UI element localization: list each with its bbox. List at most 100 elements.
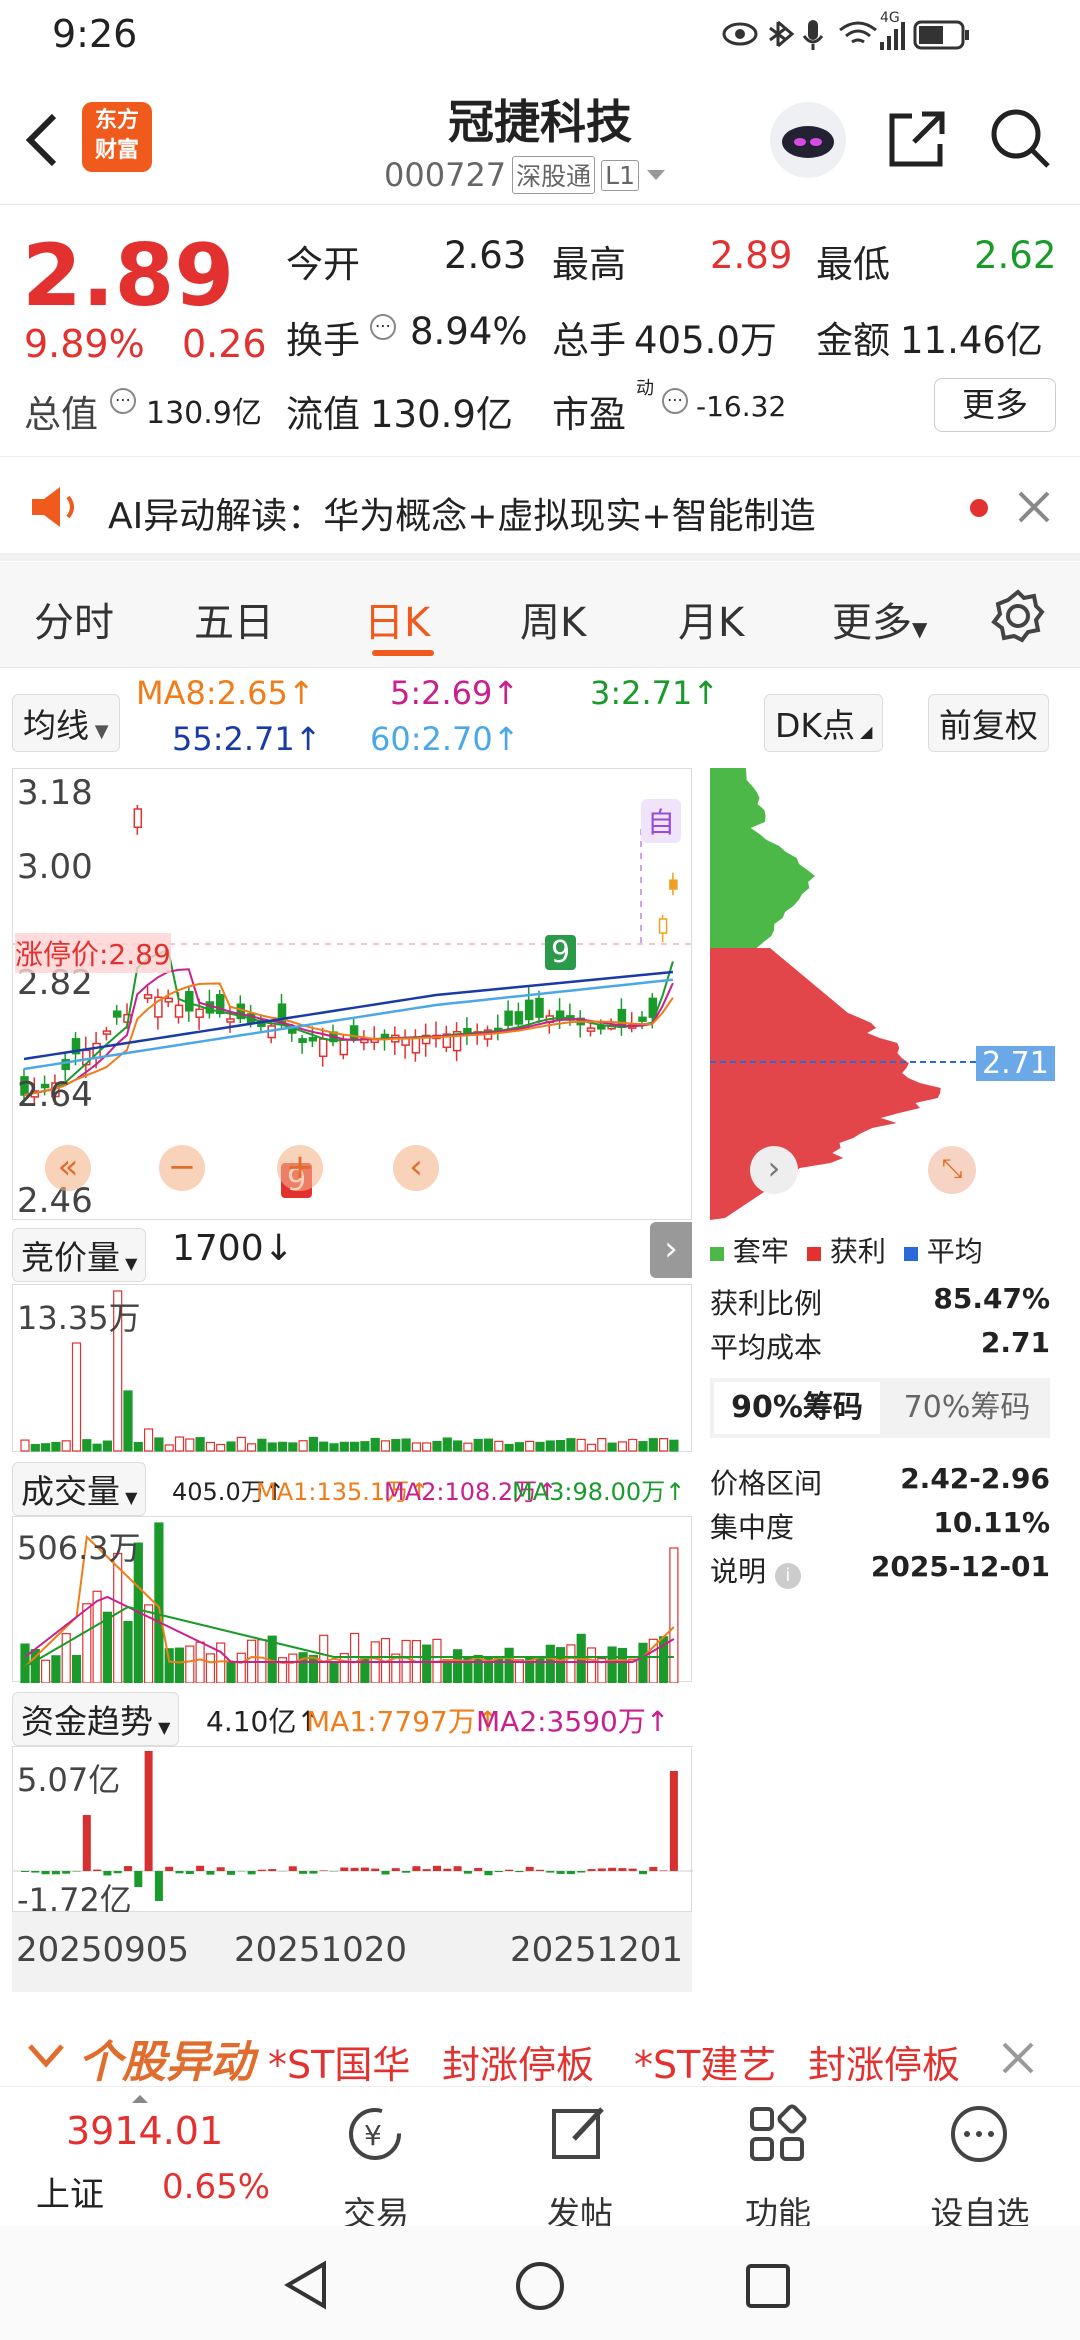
- edit-icon[interactable]: [548, 2103, 610, 2165]
- anomaly-stock[interactable]: *ST建艺: [634, 2034, 776, 2089]
- fund-bar: [175, 1871, 184, 1874]
- gear-icon[interactable]: [990, 588, 1046, 644]
- volume-value: 405.0万: [634, 319, 777, 362]
- date-tick: 20250905: [16, 1930, 190, 1970]
- volume-bar: [504, 1647, 514, 1683]
- more-button[interactable]: 更多: [934, 378, 1056, 432]
- info-icon[interactable]: i: [774, 1563, 801, 1589]
- stock-header: 东方 财富 冠捷科技 000727 深股通 L1: [0, 70, 1080, 205]
- tab-daily-k[interactable]: 日K: [364, 590, 430, 648]
- volume-bar: [638, 1642, 648, 1683]
- candle: [143, 994, 153, 999]
- volume-bar: [226, 1661, 236, 1683]
- auction-bar: [514, 1442, 524, 1452]
- auction-chart[interactable]: 13.35万: [12, 1284, 692, 1452]
- k-chart[interactable]: 3.18 3.00 2.82 2.64 2.46 涨停价:2.89 自 9 9 …: [12, 768, 693, 1221]
- candle: [318, 1038, 328, 1058]
- ai-banner[interactable]: AI异动解读：华为概念+虚拟现实+智能制造: [0, 456, 1080, 561]
- ma55-value: 55:2.71↑: [172, 720, 322, 758]
- grid-icon[interactable]: [746, 2103, 808, 2165]
- dropdown-icon: [647, 170, 666, 180]
- auction-bar: [185, 1438, 195, 1452]
- scroll-left-icon[interactable]: ‹: [393, 1145, 439, 1191]
- volume-select[interactable]: 成交量 ▼: [12, 1462, 147, 1516]
- low-label: 最低: [816, 243, 890, 286]
- tab-five-day[interactable]: 五日: [194, 590, 274, 648]
- auction-bar: [391, 1439, 401, 1452]
- high-value: 2.89: [710, 234, 793, 277]
- candle: [524, 999, 534, 1021]
- volume-bar: [205, 1653, 215, 1683]
- tab-monthly-k[interactable]: 月K: [678, 590, 744, 648]
- zoom-in-icon[interactable]: +: [277, 1145, 323, 1191]
- dk-point-select[interactable]: DK点 ◢: [764, 694, 884, 752]
- fund-chart[interactable]: 5.07亿 -1.72亿: [12, 1746, 693, 1919]
- nav-back-icon[interactable]: [282, 2260, 332, 2310]
- tab-weekly-k[interactable]: 周K: [520, 590, 586, 648]
- close-icon[interactable]: [1000, 2040, 1036, 2076]
- auction-bar: [216, 1443, 226, 1452]
- volume-bar: [102, 1611, 113, 1683]
- indicator-select[interactable]: 均线 ▼: [12, 694, 120, 752]
- volume-bar: [514, 1659, 524, 1683]
- stock-code-row[interactable]: 000727 深股通 L1: [384, 156, 667, 194]
- candle: [112, 1010, 122, 1018]
- scroll-left-fast-icon[interactable]: «: [45, 1145, 91, 1191]
- chevron-up-icon[interactable]: [130, 2093, 150, 2105]
- close-icon[interactable]: [1016, 489, 1052, 525]
- tab-chip-90[interactable]: 90%筹码: [714, 1382, 880, 1434]
- volume-bar: [113, 1552, 123, 1683]
- info-icon[interactable]: ⋯: [370, 314, 396, 340]
- adjust-select[interactable]: 前复权: [928, 694, 1049, 752]
- share-icon[interactable]: [884, 106, 948, 170]
- chip-distribution[interactable]: 2.71 › ⤡: [710, 768, 1055, 1220]
- ai-assistant-icon[interactable]: [770, 102, 846, 178]
- tab-intraday[interactable]: 分时: [34, 590, 114, 648]
- fund-bar: [381, 1871, 390, 1875]
- app-logo[interactable]: 东方 财富: [82, 102, 152, 172]
- legend-trapped: 套牢: [710, 1230, 789, 1270]
- fund-bar: [422, 1869, 431, 1871]
- more-dots-icon[interactable]: [948, 2103, 1010, 2165]
- tab-chip-70[interactable]: 70%筹码: [884, 1378, 1050, 1438]
- volume-bar: [442, 1658, 452, 1683]
- fund-select[interactable]: 资金趋势 ▼: [12, 1692, 180, 1746]
- anomaly-stock[interactable]: *ST国华: [268, 2034, 410, 2089]
- tab-more[interactable]: 更多▼: [832, 590, 927, 648]
- auction-bar: [277, 1441, 288, 1452]
- fund-bar: [72, 1871, 81, 1872]
- y-tick-1: 3.18: [17, 773, 93, 813]
- index-value[interactable]: 3914.01: [66, 2109, 223, 2153]
- candle: [658, 918, 668, 934]
- auction-bar: [30, 1443, 40, 1452]
- auction-bar: [174, 1436, 185, 1452]
- ai-banner-text: AI异动解读：华为概念+虚拟现实+智能制造: [108, 496, 816, 537]
- info-icon[interactable]: ⋯: [110, 388, 136, 414]
- collapse-panel-button[interactable]: ›: [650, 1222, 692, 1278]
- high-label: 最高: [552, 243, 626, 286]
- fund-bar: [587, 1869, 596, 1871]
- fund-bar: [536, 1869, 544, 1871]
- level-tag: L1: [601, 159, 640, 191]
- connect-tag: 深股通: [512, 156, 596, 194]
- auction-bar: [154, 1437, 164, 1452]
- auction-bar: [339, 1441, 349, 1452]
- info-icon[interactable]: ⋯: [662, 388, 688, 414]
- nav-home-icon[interactable]: [514, 2260, 566, 2312]
- search-icon[interactable]: [988, 106, 1052, 170]
- fund-bar: [577, 1871, 586, 1873]
- zoom-out-icon[interactable]: −: [159, 1145, 205, 1191]
- trade-icon[interactable]: ¥: [344, 2103, 406, 2165]
- candle: [308, 1036, 318, 1042]
- y-tick-2: 3.00: [17, 847, 93, 887]
- back-icon[interactable]: [22, 110, 62, 170]
- volume-chart[interactable]: 506.3万: [12, 1516, 692, 1683]
- nav-recents-icon[interactable]: [744, 2262, 792, 2310]
- auction-select[interactable]: 竞价量 ▼: [12, 1228, 147, 1282]
- expand-icon[interactable]: ⤡: [928, 1146, 976, 1194]
- chevron-down-icon[interactable]: [26, 2042, 66, 2070]
- fund-bar: [371, 1868, 380, 1871]
- chevron-right-icon[interactable]: ›: [750, 1146, 798, 1194]
- candle: [535, 997, 544, 1018]
- fund-bar: [391, 1868, 400, 1871]
